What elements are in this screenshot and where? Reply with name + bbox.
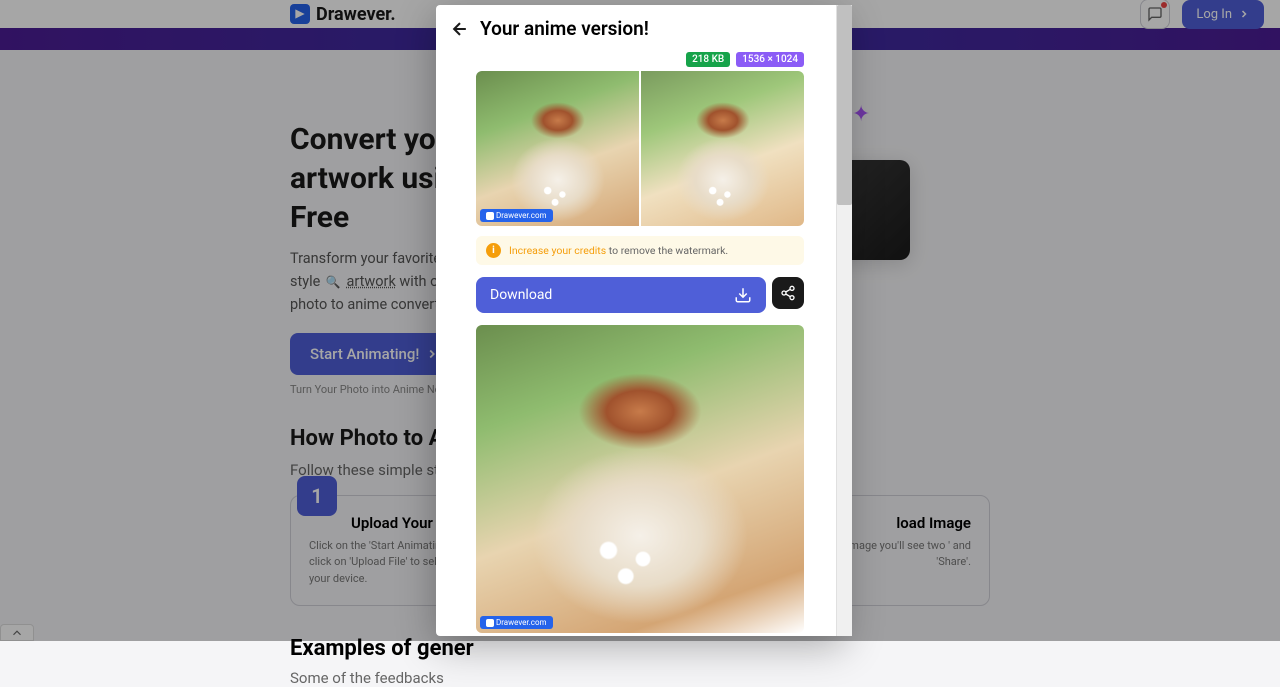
info-icon: i xyxy=(486,243,501,258)
download-icon xyxy=(734,286,752,304)
arrow-left-icon xyxy=(450,19,470,39)
watermark-badge: Drawever.com xyxy=(480,616,553,629)
share-button[interactable] xyxy=(772,277,804,309)
modal-scrollbar[interactable] xyxy=(836,5,852,636)
back-button[interactable] xyxy=(450,19,470,39)
download-button[interactable]: Download xyxy=(476,277,766,313)
filesize-badge: 218 KB xyxy=(686,52,730,67)
result-image-single[interactable]: Drawever.com xyxy=(476,325,804,633)
result-modal: Your anime version! 218 KB 1536 × 1024 D… xyxy=(436,5,844,636)
increase-credits-link[interactable]: Increase your credits xyxy=(509,244,606,257)
watermark-badge: Drawever.com xyxy=(480,209,553,222)
download-label: Download xyxy=(490,287,552,303)
result-image-comparison[interactable]: Drawever.com xyxy=(476,71,804,226)
scrollbar-thumb[interactable] xyxy=(837,5,852,205)
share-icon xyxy=(780,285,796,301)
examples-subtitle: Some of the feedbacks xyxy=(290,669,990,687)
dimensions-badge: 1536 × 1024 xyxy=(736,52,804,67)
modal-title: Your anime version! xyxy=(480,17,649,40)
watermark-notice: i Increase your credits to remove the wa… xyxy=(476,236,804,265)
